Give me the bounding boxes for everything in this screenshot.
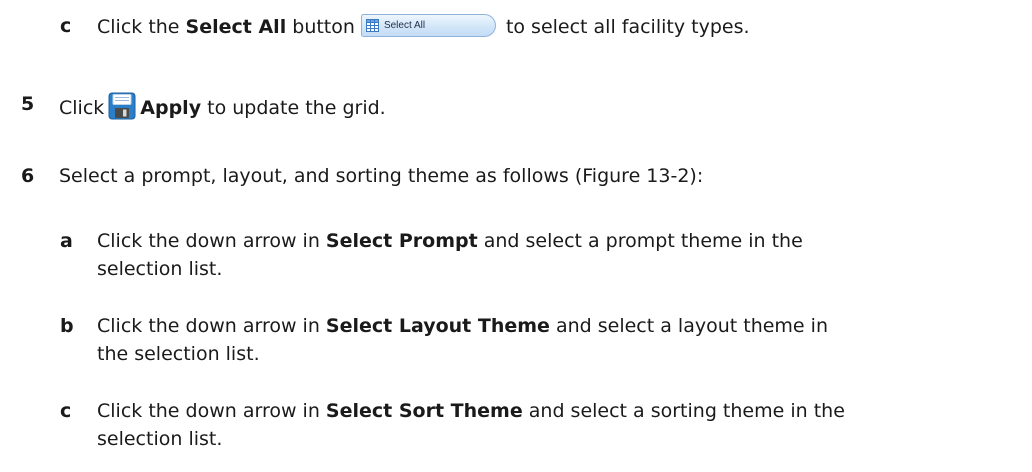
step-c2-text-before: Click the down arrow in (97, 400, 326, 422)
step-marker-5: 5 (21, 93, 35, 115)
step-c2-text-after: and select a sorting theme in the (522, 400, 845, 422)
step-a-text-before: Click the down arrow in (97, 230, 326, 252)
step-c-select-all-text: Click the Select All button Select All to … (97, 14, 750, 39)
step-6-text: Select a prompt, layout, and sorting the… (59, 165, 704, 187)
step-c2-line1: Click the down arrow in Select Sort Them… (97, 399, 845, 423)
step-b-text-after: and select a layout theme in (549, 315, 828, 337)
step-a-line1: Click the down arrow in Select Prompt an… (97, 229, 803, 253)
step-c2-bold-select-sort-theme: Select Sort Theme (325, 400, 523, 422)
step-b-line1: Click the down arrow in Select Layout Th… (97, 314, 828, 338)
step-5-text-before: Click (59, 97, 105, 119)
step-c-text-before: Click the (97, 16, 186, 38)
grid-icon (365, 19, 379, 32)
step-c2-line2: selection list. (97, 428, 223, 450)
step-5-bold-apply: Apply (140, 97, 202, 119)
step-b-text-before: Click the down arrow in (97, 315, 326, 337)
select-all-button-label: Select All (383, 20, 426, 31)
step-b-bold-select-layout-theme: Select Layout Theme (325, 315, 550, 337)
step-a-line2: selection list. (97, 258, 223, 280)
step-marker-a: a (60, 230, 73, 252)
select-all-button-image: Select All (360, 14, 496, 37)
step-marker-6: 6 (21, 165, 35, 187)
step-marker-c2: c (60, 400, 72, 422)
step-a-text-after: and select a prompt theme in the (477, 230, 803, 252)
step-c-text-after: to select all facility types. (505, 16, 750, 38)
step-marker-c: c (60, 15, 72, 37)
step-b-line2: the selection list. (97, 343, 260, 365)
step-c-text-mid: button (286, 16, 355, 38)
step-marker-b: b (60, 315, 74, 337)
step-5-text-after: to update the grid. (201, 97, 386, 119)
step-a-bold-select-prompt: Select Prompt (325, 230, 478, 252)
save-icon (108, 92, 136, 120)
step-c-bold-select-all: Select All (185, 16, 287, 38)
step-5-text: Click Apply to update the grid. (59, 92, 386, 120)
